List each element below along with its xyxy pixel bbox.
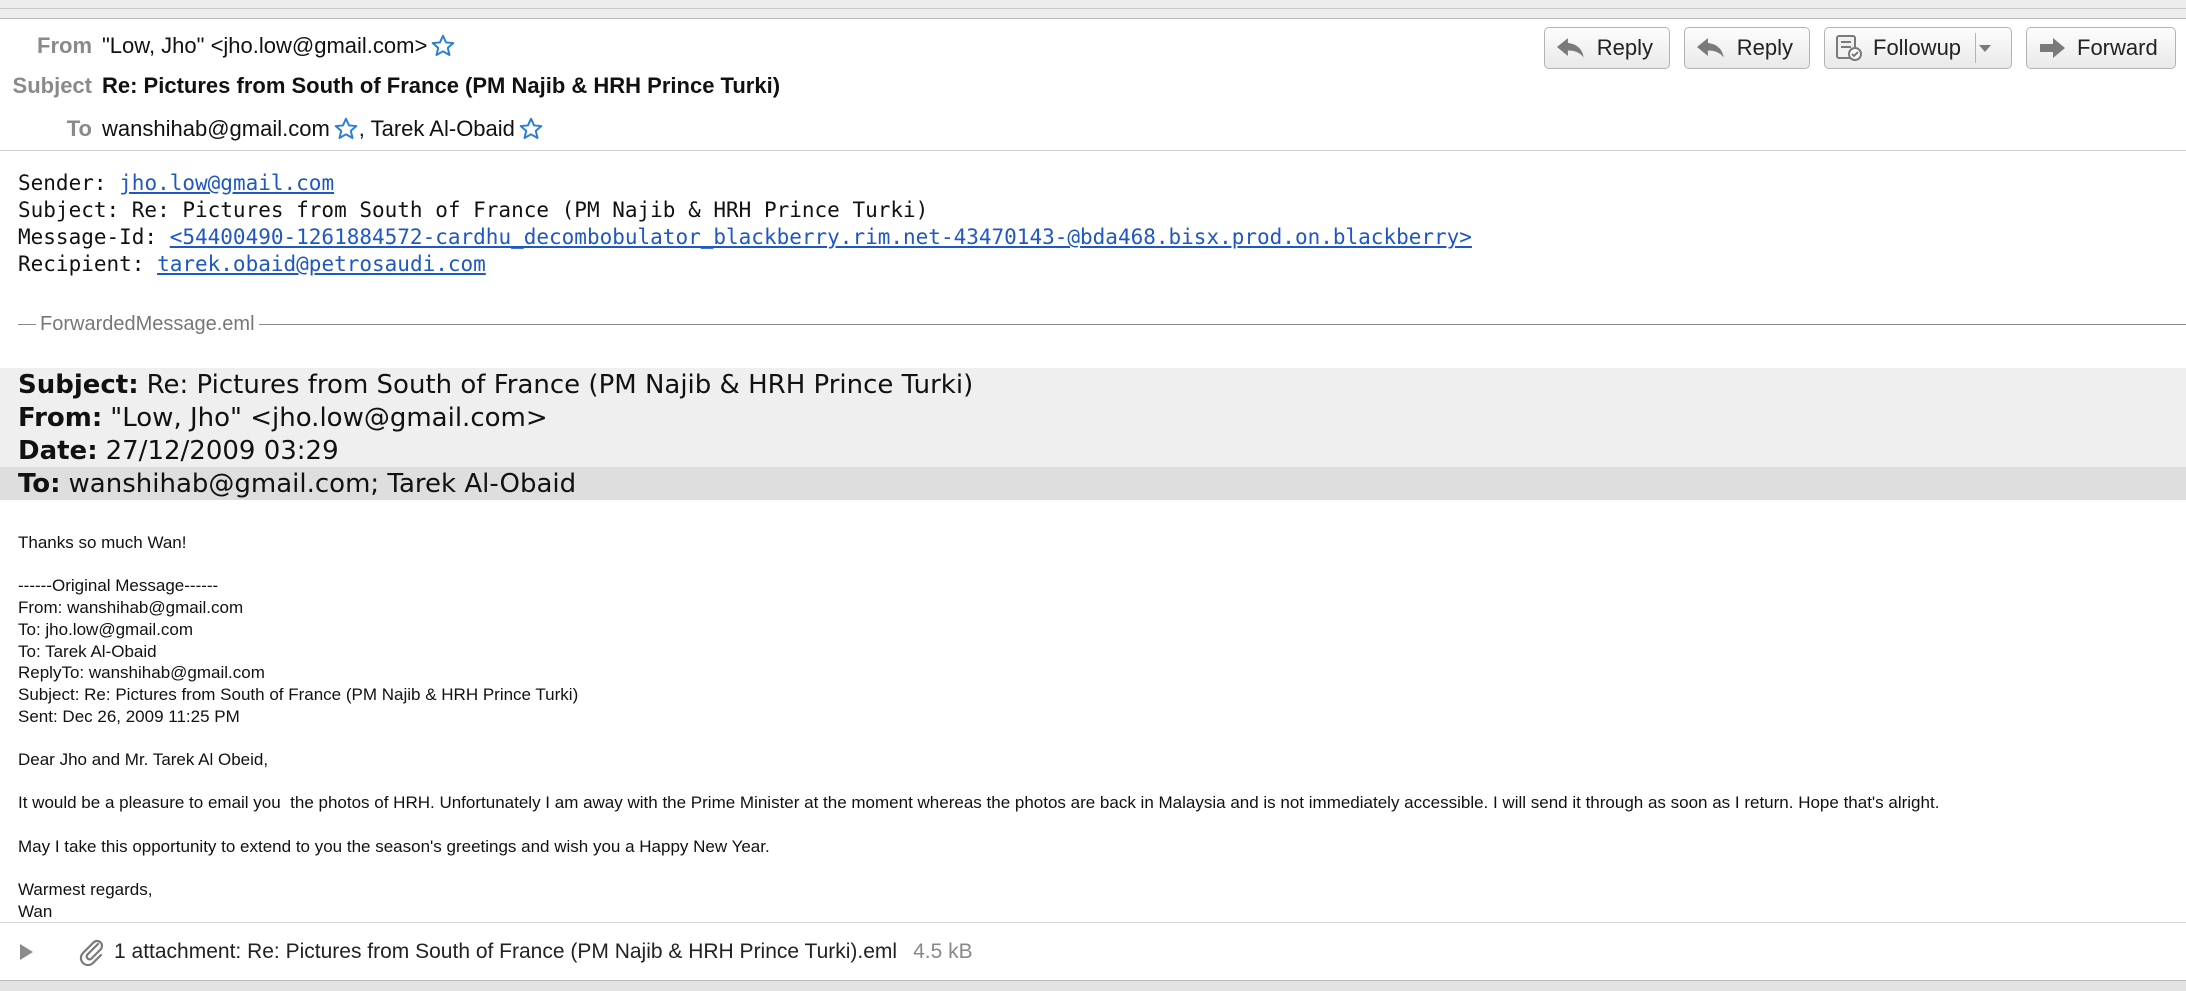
forward-button[interactable]: Forward: [2026, 27, 2176, 69]
header-subject-row: Subject Re: Pictures from South of Franc…: [0, 68, 780, 104]
from-value[interactable]: "Low, Jho" <jho.low@gmail.com>: [102, 33, 456, 59]
message-body: Thanks so much Wan! ------Original Messa…: [18, 533, 1940, 921]
forwarded-date-value: 27/12/2009 03:29: [105, 435, 339, 466]
forwarded-section-label: ForwardedMessage.eml: [40, 312, 255, 335]
recipient-line: Recipient: tarek.obaid@petrosaudi.com: [18, 251, 1472, 278]
forwarded-section-divider: ForwardedMessage.eml: [18, 312, 2186, 336]
followup-button[interactable]: Followup: [1824, 27, 2012, 69]
attachment-bar[interactable]: 1 attachment: Re: Pictures from South of…: [0, 922, 2186, 981]
attachment-label[interactable]: 1 attachment: Re: Pictures from South of…: [114, 940, 897, 964]
meta-subject-line: Subject: Re: Pictures from South of Fran…: [18, 198, 929, 222]
message-id-link[interactable]: <54400490-1261884572-cardhu_decombobulat…: [170, 225, 1472, 249]
reply-label: Reply: [1596, 35, 1653, 60]
followup-label: Followup: [1873, 35, 1962, 60]
disclosure-triangle-icon[interactable]: [18, 943, 34, 961]
reply-button[interactable]: Reply: [1544, 27, 1670, 69]
window-top-strip: [0, 0, 2186, 19]
forwarded-date-row: Date: 27/12/2009 03:29: [0, 434, 2186, 467]
sender-label: Sender:: [18, 171, 120, 195]
attachment-size: 4.5 kB: [913, 940, 973, 963]
to-recipient-first[interactable]: wanshihab@gmail.com: [102, 116, 330, 142]
top-divider: [0, 8, 2186, 9]
message-id-line: Message-Id: <54400490-1261884572-cardhu_…: [18, 224, 1472, 251]
window-bottom-strip: [0, 980, 2186, 991]
reply-arrow-icon: [1556, 38, 1584, 58]
star-icon[interactable]: [430, 33, 456, 59]
to-recipient-second[interactable]: , Tarek Al-Obaid: [359, 116, 515, 142]
forwarded-to-row: To: wanshihab@gmail.com; Tarek Al-Obaid: [0, 467, 2186, 500]
to-value: wanshihab@gmail.com , Tarek Al-Obaid: [102, 116, 544, 142]
message-id-label: Message-Id:: [18, 225, 170, 249]
star-icon[interactable]: [333, 116, 359, 142]
forwarded-from-key: From:: [18, 402, 103, 433]
star-icon[interactable]: [518, 116, 544, 142]
followup-icon: [1836, 35, 1862, 61]
message-metadata: Sender: jho.low@gmail.com Subject: Re: P…: [18, 170, 1472, 278]
from-label: From: [37, 33, 92, 58]
reply-all-button[interactable]: Reply: [1684, 27, 1810, 69]
sender-link[interactable]: jho.low@gmail.com: [119, 171, 334, 195]
subject-label: Subject: [12, 73, 92, 98]
recipient-link[interactable]: tarek.obaid@petrosaudi.com: [157, 252, 486, 276]
chevron-down-icon[interactable]: [1976, 43, 2004, 53]
sender-line: Sender: jho.low@gmail.com: [18, 170, 1472, 197]
forwarded-date-key: Date:: [18, 435, 98, 466]
divider-dash: [18, 323, 36, 325]
forwarded-subject-value: Re: Pictures from South of France (PM Na…: [146, 369, 974, 400]
from-address[interactable]: "Low, Jho" <jho.low@gmail.com>: [102, 33, 427, 59]
forwarded-subject-row: Subject: Re: Pictures from South of Fran…: [0, 368, 2186, 401]
message-header: From "Low, Jho" <jho.low@gmail.com> Subj…: [0, 19, 2186, 151]
message-toolbar: Reply Reply Followup Forward: [1544, 27, 2186, 69]
subject-value: Re: Pictures from South of France (PM Na…: [102, 73, 781, 98]
reply-all-label: Reply: [1736, 35, 1793, 60]
forward-arrow-icon: [2040, 38, 2065, 58]
to-label: To: [66, 116, 92, 141]
forwarded-to-value: wanshihab@gmail.com; Tarek Al-Obaid: [68, 468, 577, 499]
recipient-label: Recipient:: [18, 252, 158, 276]
header-to-row: To wanshihab@gmail.com , Tarek Al-Obaid: [0, 111, 544, 147]
paperclip-icon: [78, 938, 106, 966]
divider-rule: [258, 323, 2186, 325]
forward-label: Forward: [2077, 35, 2158, 60]
forwarded-from-value: "Low, Jho" <jho.low@gmail.com>: [110, 402, 548, 433]
header-from-row: From "Low, Jho" <jho.low@gmail.com>: [0, 28, 456, 64]
forwarded-subject-key: Subject:: [18, 369, 139, 400]
forwarded-to-key: To:: [18, 468, 61, 499]
forwarded-from-row: From: "Low, Jho" <jho.low@gmail.com>: [0, 401, 2186, 434]
reply-arrow-icon: [1696, 38, 1724, 58]
